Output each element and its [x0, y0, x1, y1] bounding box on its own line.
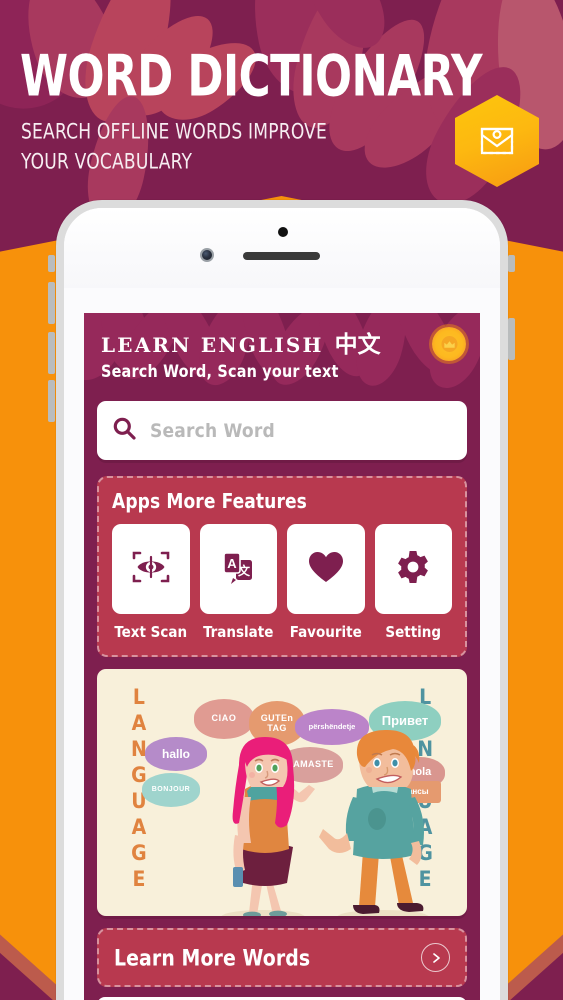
feature-setting[interactable]: Setting	[374, 524, 452, 641]
search-placeholder: Search Word	[150, 419, 275, 442]
app-title: LEARN ENGLISH 中文	[101, 325, 381, 359]
speech-bubble: hallo	[145, 737, 207, 771]
phone-front-camera-icon	[200, 248, 214, 262]
language-illustration-card: LANGUAGE LANGUAGE CIAO GUTEn TAG hallo B…	[97, 669, 467, 916]
phone-volume-up	[48, 282, 55, 324]
learn-more-title: Learn More Words	[114, 944, 311, 971]
learn-more-card[interactable]: Learn More Words	[97, 928, 467, 987]
features-title: Apps More Features	[112, 490, 307, 514]
phone-volume-down-2	[48, 380, 55, 422]
gear-icon	[395, 549, 431, 590]
search-section: Search Word	[84, 401, 480, 476]
search-icon	[112, 416, 137, 446]
heart-icon	[307, 550, 345, 589]
speech-bubble: BONJOUR	[142, 773, 200, 807]
phone-mockup: LEARN ENGLISH 中文 Search Word, Scan your …	[56, 200, 508, 1000]
search-input[interactable]: Search Word	[97, 401, 467, 460]
feature-tile[interactable]: 文 A	[199, 524, 277, 614]
character-boy	[319, 729, 429, 916]
phone-mute-switch	[48, 255, 55, 272]
eye-scan-icon	[131, 549, 171, 590]
phone-sensor-icon	[278, 227, 288, 237]
feature-label: Text Scan	[114, 623, 188, 641]
feature-text-scan[interactable]: Text Scan	[112, 524, 190, 641]
translate-icon: 文 A	[219, 548, 257, 591]
feature-label: Setting	[385, 623, 442, 641]
svg-text:A: A	[228, 556, 238, 571]
crown-badge-icon[interactable]	[432, 327, 466, 361]
feature-tile[interactable]	[374, 524, 452, 614]
feature-label: Favourite	[289, 623, 362, 641]
app-title-en: LEARN ENGLISH	[101, 333, 324, 357]
feature-translate[interactable]: 文 A Translate	[199, 524, 277, 641]
feature-favourite[interactable]: Favourite	[287, 524, 365, 641]
features-grid: Text Scan 文 A Translate Favourite Settin…	[112, 524, 452, 641]
character-girl	[221, 737, 315, 916]
promo-banner: WORD DICTIONARY SEARCH OFFLINE WORDS IMP…	[0, 0, 563, 200]
promo-subtitle: SEARCH OFFLINE WORDS IMPROVE YOUR VOCABU…	[21, 119, 328, 175]
app-header: LEARN ENGLISH 中文 Search Word, Scan your …	[84, 313, 480, 401]
chevron-right-icon[interactable]	[421, 943, 450, 972]
promo-title: WORD DICTIONARY	[20, 43, 483, 111]
features-card: Apps More Features Text Scan 文 A Transla…	[97, 476, 467, 657]
phone-power-button-top	[508, 255, 515, 272]
phone-bezel-sheen	[64, 208, 500, 288]
phone-volume-down	[48, 332, 55, 374]
phone-power-button	[508, 318, 515, 360]
feature-tile[interactable]	[287, 524, 365, 614]
phone-earpiece-speaker	[243, 252, 320, 260]
app-screen: LEARN ENGLISH 中文 Search Word, Scan your …	[84, 313, 480, 1000]
feature-tile[interactable]	[112, 524, 190, 614]
feature-label: Translate	[203, 623, 274, 641]
app-subtitle: Search Word, Scan your text	[101, 361, 339, 382]
app-title-cn: 中文	[334, 332, 381, 358]
